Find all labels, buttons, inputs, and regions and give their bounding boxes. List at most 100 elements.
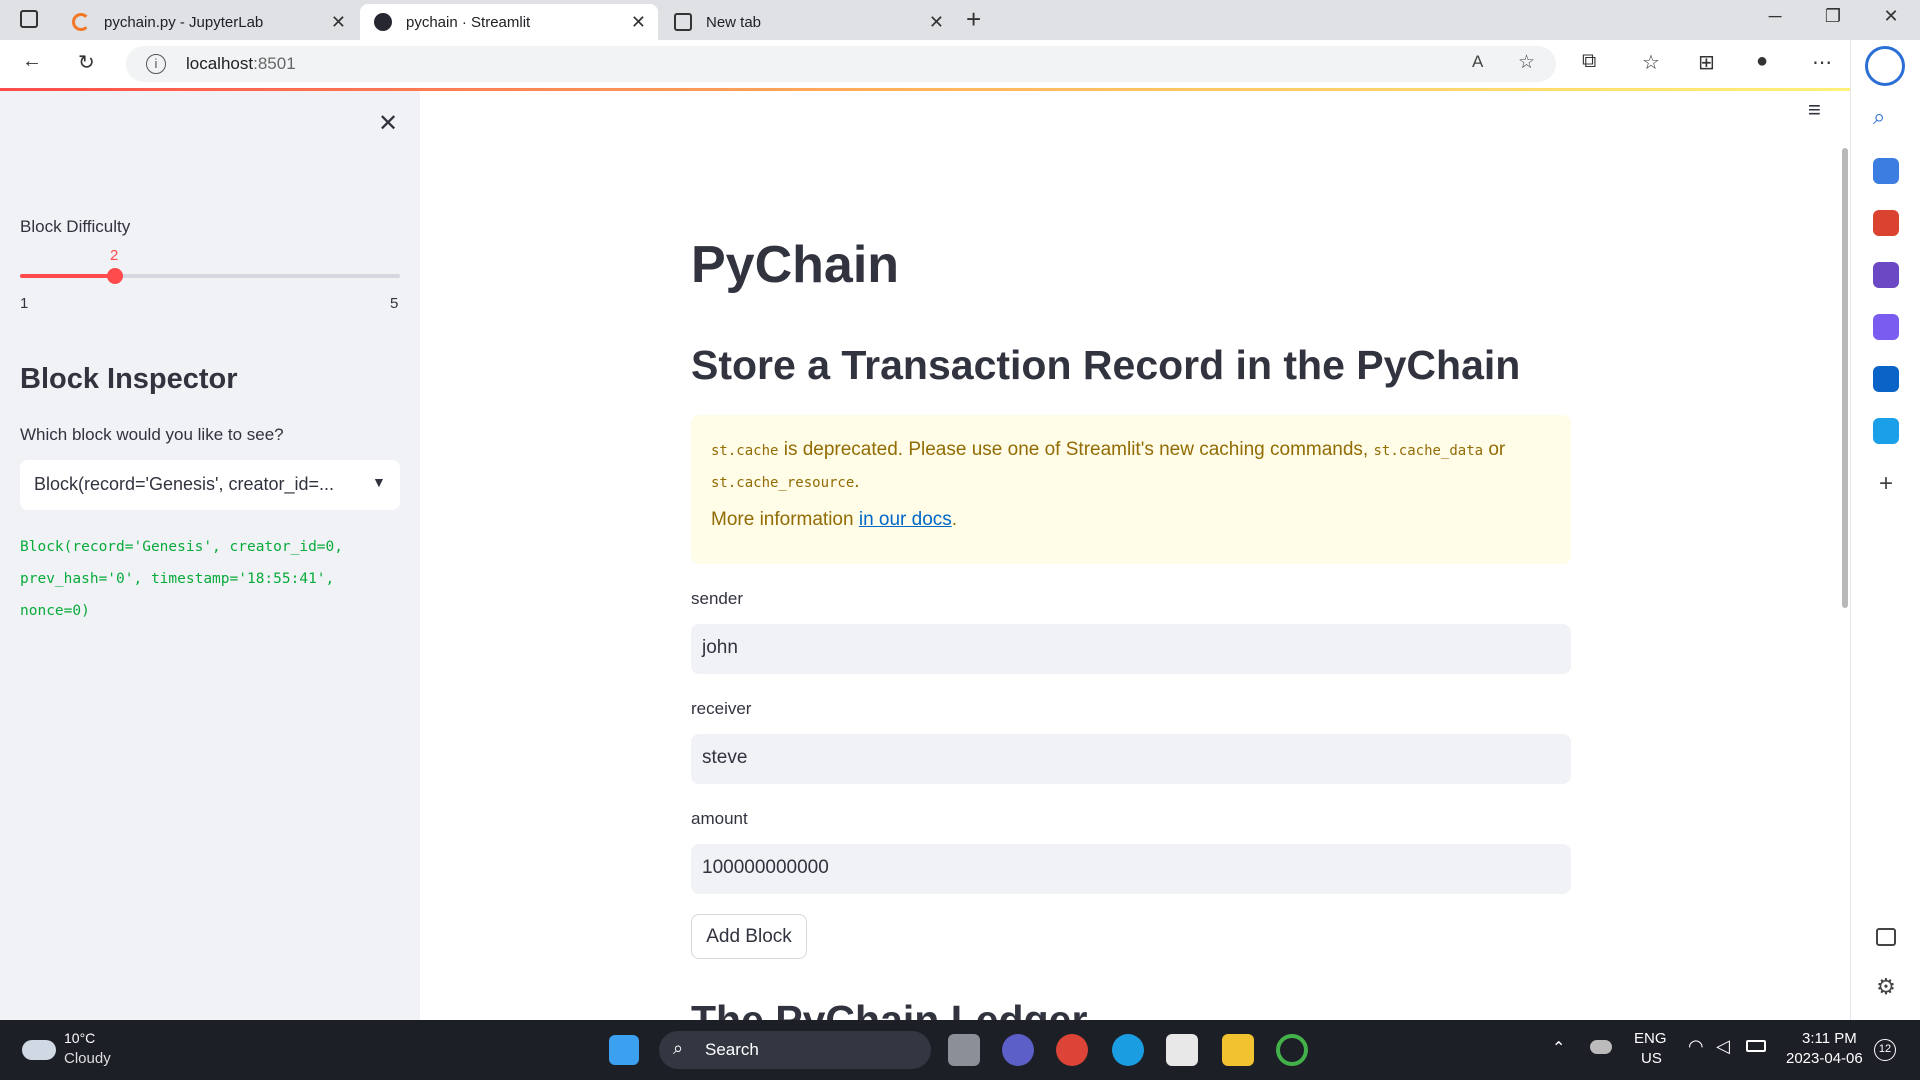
shopping-icon[interactable] [1873, 158, 1899, 184]
docs-link[interactable]: in our docs [859, 509, 952, 530]
address-bar-row: ← ↻ i localhost:8501 A ☆ ⧉ ☆ ⊞ ● ⋯ [0, 40, 1920, 89]
code-cache-data: st.cache_data [1373, 443, 1484, 459]
close-tab-icon[interactable]: ✕ [331, 12, 346, 33]
more-info-dot: . [951, 509, 958, 530]
slider-fill [20, 274, 115, 278]
collections-icon[interactable]: ⊞ [1698, 50, 1715, 75]
cloud-icon [22, 1040, 56, 1060]
onedrive-icon[interactable] [1590, 1040, 1612, 1054]
windows-taskbar: 10°C Cloudy ⌕ Search ⌃ ENG US ◠ ◁ 3:11 P… [0, 1020, 1920, 1080]
amount-input[interactable]: 100000000000 [691, 844, 1571, 894]
tab-streamlit[interactable]: pychain · Streamlit ✕ [360, 4, 658, 40]
warning-line-1: st.cache is deprecated. Please use one o… [711, 439, 1505, 461]
ledger-heading: The PyChain Ledger [691, 997, 1088, 1020]
clock-time[interactable]: 3:11 PM [1802, 1030, 1857, 1047]
notification-badge[interactable]: 12 [1874, 1039, 1896, 1061]
slider-min: 1 [20, 295, 29, 312]
settings-icon[interactable]: ⚙ [1873, 974, 1899, 1000]
url-field[interactable]: i localhost:8501 A ☆ [126, 46, 1556, 82]
chevron-up-icon[interactable]: ⌃ [1552, 1038, 1565, 1058]
chrome-icon[interactable] [1056, 1034, 1088, 1066]
tab-jupyterlab[interactable]: pychain.py - JupyterLab ✕ [58, 4, 358, 40]
tab-new[interactable]: New tab ✕ [660, 4, 956, 40]
scrollbar[interactable] [1842, 148, 1848, 608]
file-explorer-icon[interactable] [1222, 1034, 1254, 1066]
tools-icon[interactable] [1873, 210, 1899, 236]
receiver-input[interactable]: steve [691, 734, 1571, 784]
warning-line-3: More information in our docs. [711, 509, 957, 531]
sender-label: sender [691, 589, 743, 608]
weather-temp: 10°C [64, 1030, 96, 1046]
extensions-icon[interactable]: ⧉ [1582, 50, 1596, 73]
office-icon[interactable] [1873, 314, 1899, 340]
more-info-text: More information [711, 509, 859, 530]
select-label: Which block would you like to see? [20, 425, 284, 444]
edge-icon[interactable] [1112, 1034, 1144, 1066]
close-sidebar-icon[interactable]: ✕ [378, 109, 398, 138]
tab-label: pychain · Streamlit [406, 13, 531, 31]
slider-label: Block Difficulty [20, 217, 131, 236]
block-code: Block(record='Genesis', creator_id=0, pr… [20, 539, 344, 619]
close-tab-icon[interactable]: ✕ [631, 12, 646, 33]
lang-code[interactable]: ENG [1634, 1030, 1667, 1047]
restore-icon[interactable]: ❐ [1810, 6, 1856, 27]
taskbar-search[interactable]: ⌕ Search [659, 1031, 931, 1069]
search-icon[interactable]: ⌕ [1873, 104, 1899, 130]
streamlit-icon [374, 13, 392, 31]
block-select-value: Block(record='Genesis', creator_id=... [34, 474, 335, 494]
task-view-icon[interactable] [948, 1034, 980, 1066]
clock-date[interactable]: 2023-04-06 [1786, 1050, 1863, 1067]
close-window-icon[interactable]: ✕ [1868, 6, 1914, 27]
block-inspector-heading: Block Inspector [20, 363, 238, 395]
store-icon[interactable] [1166, 1034, 1198, 1066]
taskbar-search-label: Search [705, 1040, 759, 1059]
page-title: PyChain [691, 236, 900, 294]
new-tab-icon [674, 13, 692, 31]
receiver-label: receiver [691, 699, 752, 718]
deprecation-warning: st.cache is deprecated. Please use one o… [691, 415, 1571, 564]
games-icon[interactable] [1873, 262, 1899, 288]
url-port: :8501 [253, 54, 296, 73]
read-aloud-icon[interactable]: A [1472, 52, 1483, 72]
url-host: localhost [186, 54, 254, 73]
block-select[interactable]: Block(record='Genesis', creator_id=... ▼ [20, 460, 400, 510]
close-tab-icon[interactable]: ✕ [929, 12, 944, 33]
start-icon[interactable] [609, 1035, 639, 1065]
warning-text: . [854, 471, 860, 492]
tab-actions-icon[interactable] [20, 10, 38, 28]
hamburger-menu-icon[interactable]: ≡ [1808, 97, 1821, 123]
jupyter-icon [72, 13, 90, 31]
search-icon: ⌕ [673, 1038, 684, 1058]
section-heading: Store a Transaction Record in the PyChai… [691, 342, 1521, 388]
slider-thumb[interactable] [107, 268, 123, 284]
wifi-icon[interactable]: ◠ [1688, 1036, 1704, 1057]
battery-icon[interactable] [1746, 1040, 1766, 1052]
sender-input[interactable]: john [691, 624, 1571, 674]
volume-icon[interactable]: ◁ [1716, 1036, 1730, 1057]
send-icon[interactable] [1873, 418, 1899, 444]
warning-line-2: st.cache_resource. [711, 471, 860, 493]
back-icon[interactable]: ← [22, 50, 42, 73]
profile-icon[interactable]: ● [1756, 50, 1768, 73]
region-code[interactable]: US [1641, 1050, 1662, 1067]
slider-track[interactable] [20, 268, 400, 284]
more-icon[interactable]: ⋯ [1812, 50, 1832, 75]
favorite-add-icon[interactable]: ☆ [1518, 51, 1535, 74]
add-block-button[interactable]: Add Block [691, 914, 807, 959]
panel-toggle-icon[interactable] [1876, 928, 1896, 946]
weather-desc: Cloudy [64, 1050, 111, 1067]
site-info-icon[interactable]: i [146, 54, 166, 74]
teams-icon[interactable] [1002, 1034, 1034, 1066]
bing-icon[interactable] [1865, 46, 1905, 86]
anaconda-icon[interactable] [1276, 1034, 1308, 1066]
refresh-icon[interactable]: ↻ [78, 50, 95, 75]
favorites-icon[interactable]: ☆ [1642, 50, 1660, 75]
minimize-icon[interactable]: ─ [1752, 6, 1798, 27]
code-cache-resource: st.cache_resource [711, 475, 855, 491]
add-icon[interactable]: + [1873, 470, 1899, 497]
warning-text: or [1483, 439, 1506, 460]
edge-side-panel: ⌕ + ⚙ [1850, 40, 1920, 1020]
slider-max: 5 [390, 295, 399, 312]
outlook-icon[interactable] [1873, 366, 1899, 392]
new-tab-button[interactable]: + [966, 4, 981, 35]
